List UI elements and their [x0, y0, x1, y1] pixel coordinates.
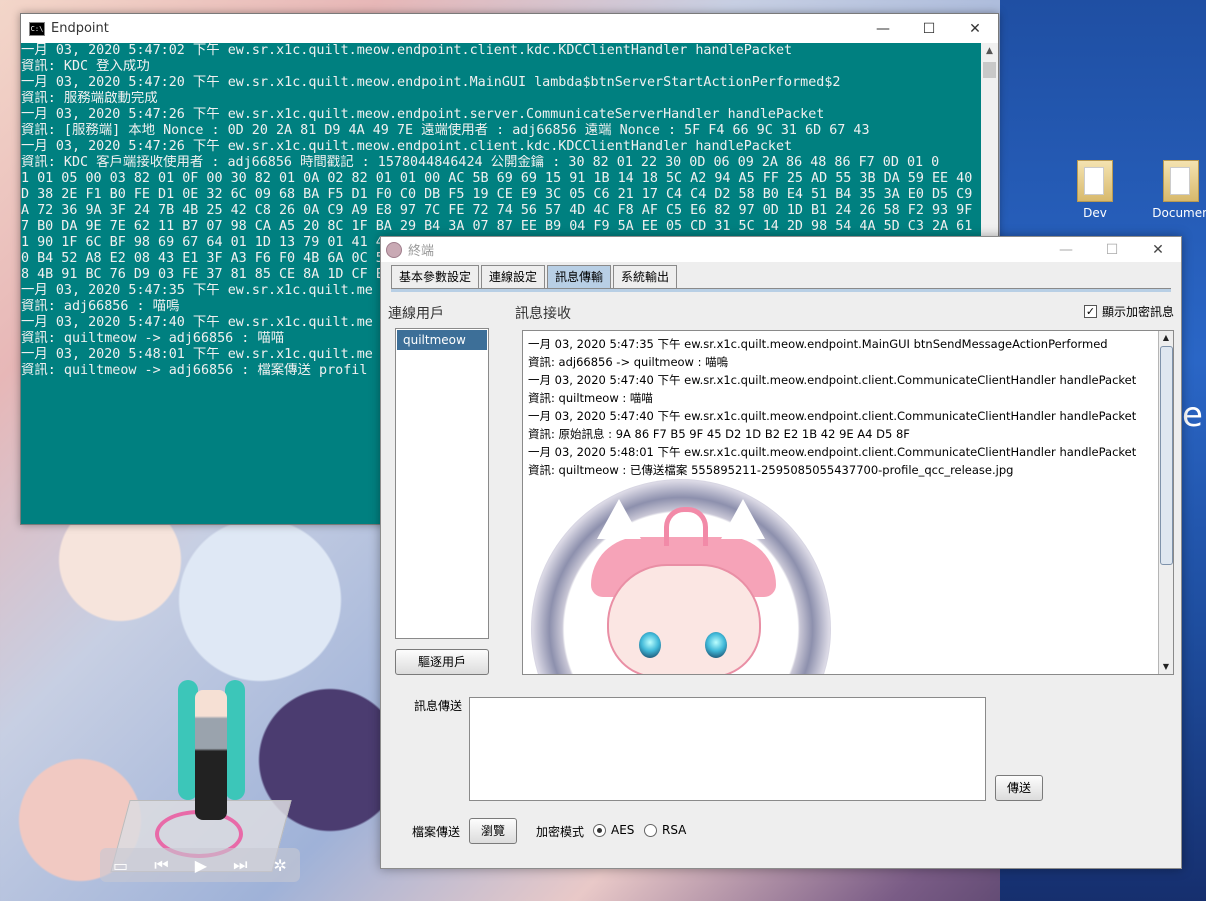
window-icon[interactable]: ▭ [113, 856, 128, 875]
mascot-hair-right [225, 680, 245, 800]
console-line: 資訊: KDC 客戶端接收使用者 : adj66856 時間戳記 : 15780… [21, 155, 940, 170]
terminal-window: 終端 — ☐ ✕ 基本參數設定 連線設定 訊息傳輸 系統輸出 連線用戶 quil… [380, 236, 1182, 869]
image-cat-ear-left [597, 499, 641, 539]
console-line: 1 01 05 00 03 82 01 0F 00 30 82 01 0A 02… [21, 171, 981, 186]
console-line: 一月 03, 2020 5:47:26 下午 ew.sr.x1c.quilt.m… [21, 107, 825, 122]
message-line: 一月 03, 2020 5:47:40 下午 ew.sr.x1c.quilt.m… [528, 409, 1137, 423]
message-line: 資訊: 原始訊息 : 9A 86 F7 B5 9F 45 D2 1D B2 E2… [528, 427, 910, 441]
radio-selected-icon[interactable] [593, 824, 606, 837]
browse-button[interactable]: 瀏覽 [469, 818, 517, 844]
console-line: 一月 03, 2020 5:47:20 下午 ew.sr.x1c.quilt.m… [21, 75, 841, 90]
user-list[interactable]: quiltmeow [395, 328, 489, 639]
tab-basic-settings[interactable]: 基本參數設定 [391, 265, 480, 288]
folder-icon [1077, 160, 1113, 202]
send-label: 訊息傳送 [414, 699, 463, 713]
tab-bar: 基本參數設定 連線設定 訊息傳輸 系統輸出 [391, 265, 679, 288]
desktop-icon-documents[interactable]: Documen [1146, 160, 1206, 220]
image-face [607, 564, 761, 674]
users-label: 連線用戶 [388, 306, 444, 322]
desktop-mascot[interactable]: ▭ ⏮ ▶ ⏭ ✲ [90, 670, 310, 890]
message-receive-area[interactable]: 一月 03, 2020 5:47:35 下午 ew.sr.x1c.quilt.m… [522, 330, 1174, 675]
next-icon[interactable]: ⏭ [233, 855, 247, 875]
message-line: 資訊: adj66856 -> quiltmeow : 喵嗚 [528, 355, 729, 369]
folder-icon [1163, 160, 1199, 202]
image-ribbon [664, 507, 708, 546]
tab-system-output[interactable]: 系統輸出 [613, 265, 678, 288]
console-line: 資訊: [服務端] 本地 Nonce : 0D 20 2A 81 D9 4A 4… [21, 123, 870, 138]
console-titlebar[interactable]: C:\ Endpoint — ☐ ✕ [21, 14, 998, 43]
console-title: Endpoint [51, 21, 109, 36]
message-line: 一月 03, 2020 5:48:01 下午 ew.sr.x1c.quilt.m… [528, 445, 1137, 459]
kick-user-button[interactable]: 驅逐用戶 [395, 649, 489, 675]
maximize-icon[interactable]: ☐ [906, 21, 952, 37]
minimize-icon[interactable]: — [1043, 242, 1089, 258]
send-button[interactable]: 傳送 [995, 775, 1043, 801]
message-line: 資訊: quiltmeow : 喵喵 [528, 391, 653, 405]
app-logo-icon [386, 241, 402, 258]
radio-aes-label: AES [611, 823, 635, 837]
desktop-icon-dev[interactable]: Dev [1060, 160, 1130, 220]
desktop-partial-text: e [1182, 395, 1203, 435]
console-line: 一月 03, 2020 5:47:02 下午 ew.sr.x1c.quilt.m… [21, 43, 793, 58]
close-icon[interactable]: ✕ [1135, 242, 1181, 258]
console-line: 資訊: 服務端啟動完成 [21, 91, 158, 106]
radio-unselected-icon[interactable] [644, 824, 657, 837]
console-line: D 38 2E F1 B0 FE D1 0E 32 6C 09 68 BA F5… [21, 187, 981, 202]
image-cat-ear-right [721, 499, 765, 539]
maximize-icon[interactable]: ☐ [1089, 242, 1135, 258]
scroll-down-icon[interactable]: ▼ [1159, 660, 1173, 674]
radio-aes[interactable]: AES [593, 823, 634, 837]
console-line: 一月 03, 2020 5:47:26 下午 ew.sr.x1c.quilt.m… [21, 139, 793, 154]
media-player-controls: ▭ ⏮ ▶ ⏭ ✲ [100, 848, 300, 882]
mascot-figure [195, 690, 227, 820]
scroll-thumb[interactable] [983, 62, 996, 78]
radio-rsa-label: RSA [662, 823, 687, 837]
previous-icon[interactable]: ⏮ [154, 855, 168, 875]
scroll-up-icon[interactable]: ▲ [1159, 331, 1173, 345]
receive-label: 訊息接收 [515, 306, 571, 322]
console-line: A 72 36 9A 3F 24 7B 4B 25 42 C8 26 0A C9… [21, 203, 981, 218]
radio-rsa[interactable]: RSA [644, 823, 686, 837]
active-tab-strip [391, 289, 1171, 292]
message-scrollbar[interactable]: ▲ ▼ [1158, 331, 1173, 674]
scroll-thumb[interactable] [1160, 346, 1173, 565]
tab-connection-settings[interactable]: 連線設定 [481, 265, 546, 288]
image-eye-left [639, 632, 661, 658]
scroll-up-icon[interactable]: ▲ [981, 43, 998, 60]
play-icon[interactable]: ▶ [195, 856, 207, 875]
image-eye-right [705, 632, 727, 658]
console-line: 資訊: KDC 登入成功 [21, 59, 150, 74]
received-image [531, 479, 831, 674]
desktop-icon-label: Documen [1152, 206, 1206, 220]
list-item[interactable]: quiltmeow [397, 330, 487, 350]
show-encrypted-label: 顯示加密訊息 [1102, 305, 1175, 319]
close-icon[interactable]: ✕ [952, 21, 998, 37]
console-line: 7 B0 DA 9E 7E 62 11 B7 07 98 CA A5 20 8C… [21, 219, 981, 234]
window-title: 終端 [408, 244, 435, 259]
message-input[interactable] [469, 697, 986, 801]
file-label: 檔案傳送 [412, 825, 461, 839]
console-app-icon: C:\ [29, 21, 45, 36]
minimize-icon[interactable]: — [860, 21, 906, 37]
checkbox-checked-icon[interactable]: ✓ [1084, 305, 1097, 318]
message-line: 一月 03, 2020 5:47:40 下午 ew.sr.x1c.quilt.m… [528, 373, 1137, 387]
message-line: 一月 03, 2020 5:47:35 下午 ew.sr.x1c.quilt.m… [528, 337, 1108, 351]
settings-icon[interactable]: ✲ [274, 856, 287, 875]
message-line: 資訊: quiltmeow : 已傳送檔案 555895211-25950850… [528, 463, 1014, 477]
tab-message-transfer[interactable]: 訊息傳輸 [547, 265, 612, 288]
show-encrypted-checkbox[interactable]: ✓ 顯示加密訊息 [1084, 303, 1174, 320]
encryption-label: 加密模式 [536, 825, 585, 839]
desktop-icon-label: Dev [1083, 206, 1107, 220]
window-titlebar[interactable]: 終端 — ☐ ✕ [381, 237, 1181, 262]
